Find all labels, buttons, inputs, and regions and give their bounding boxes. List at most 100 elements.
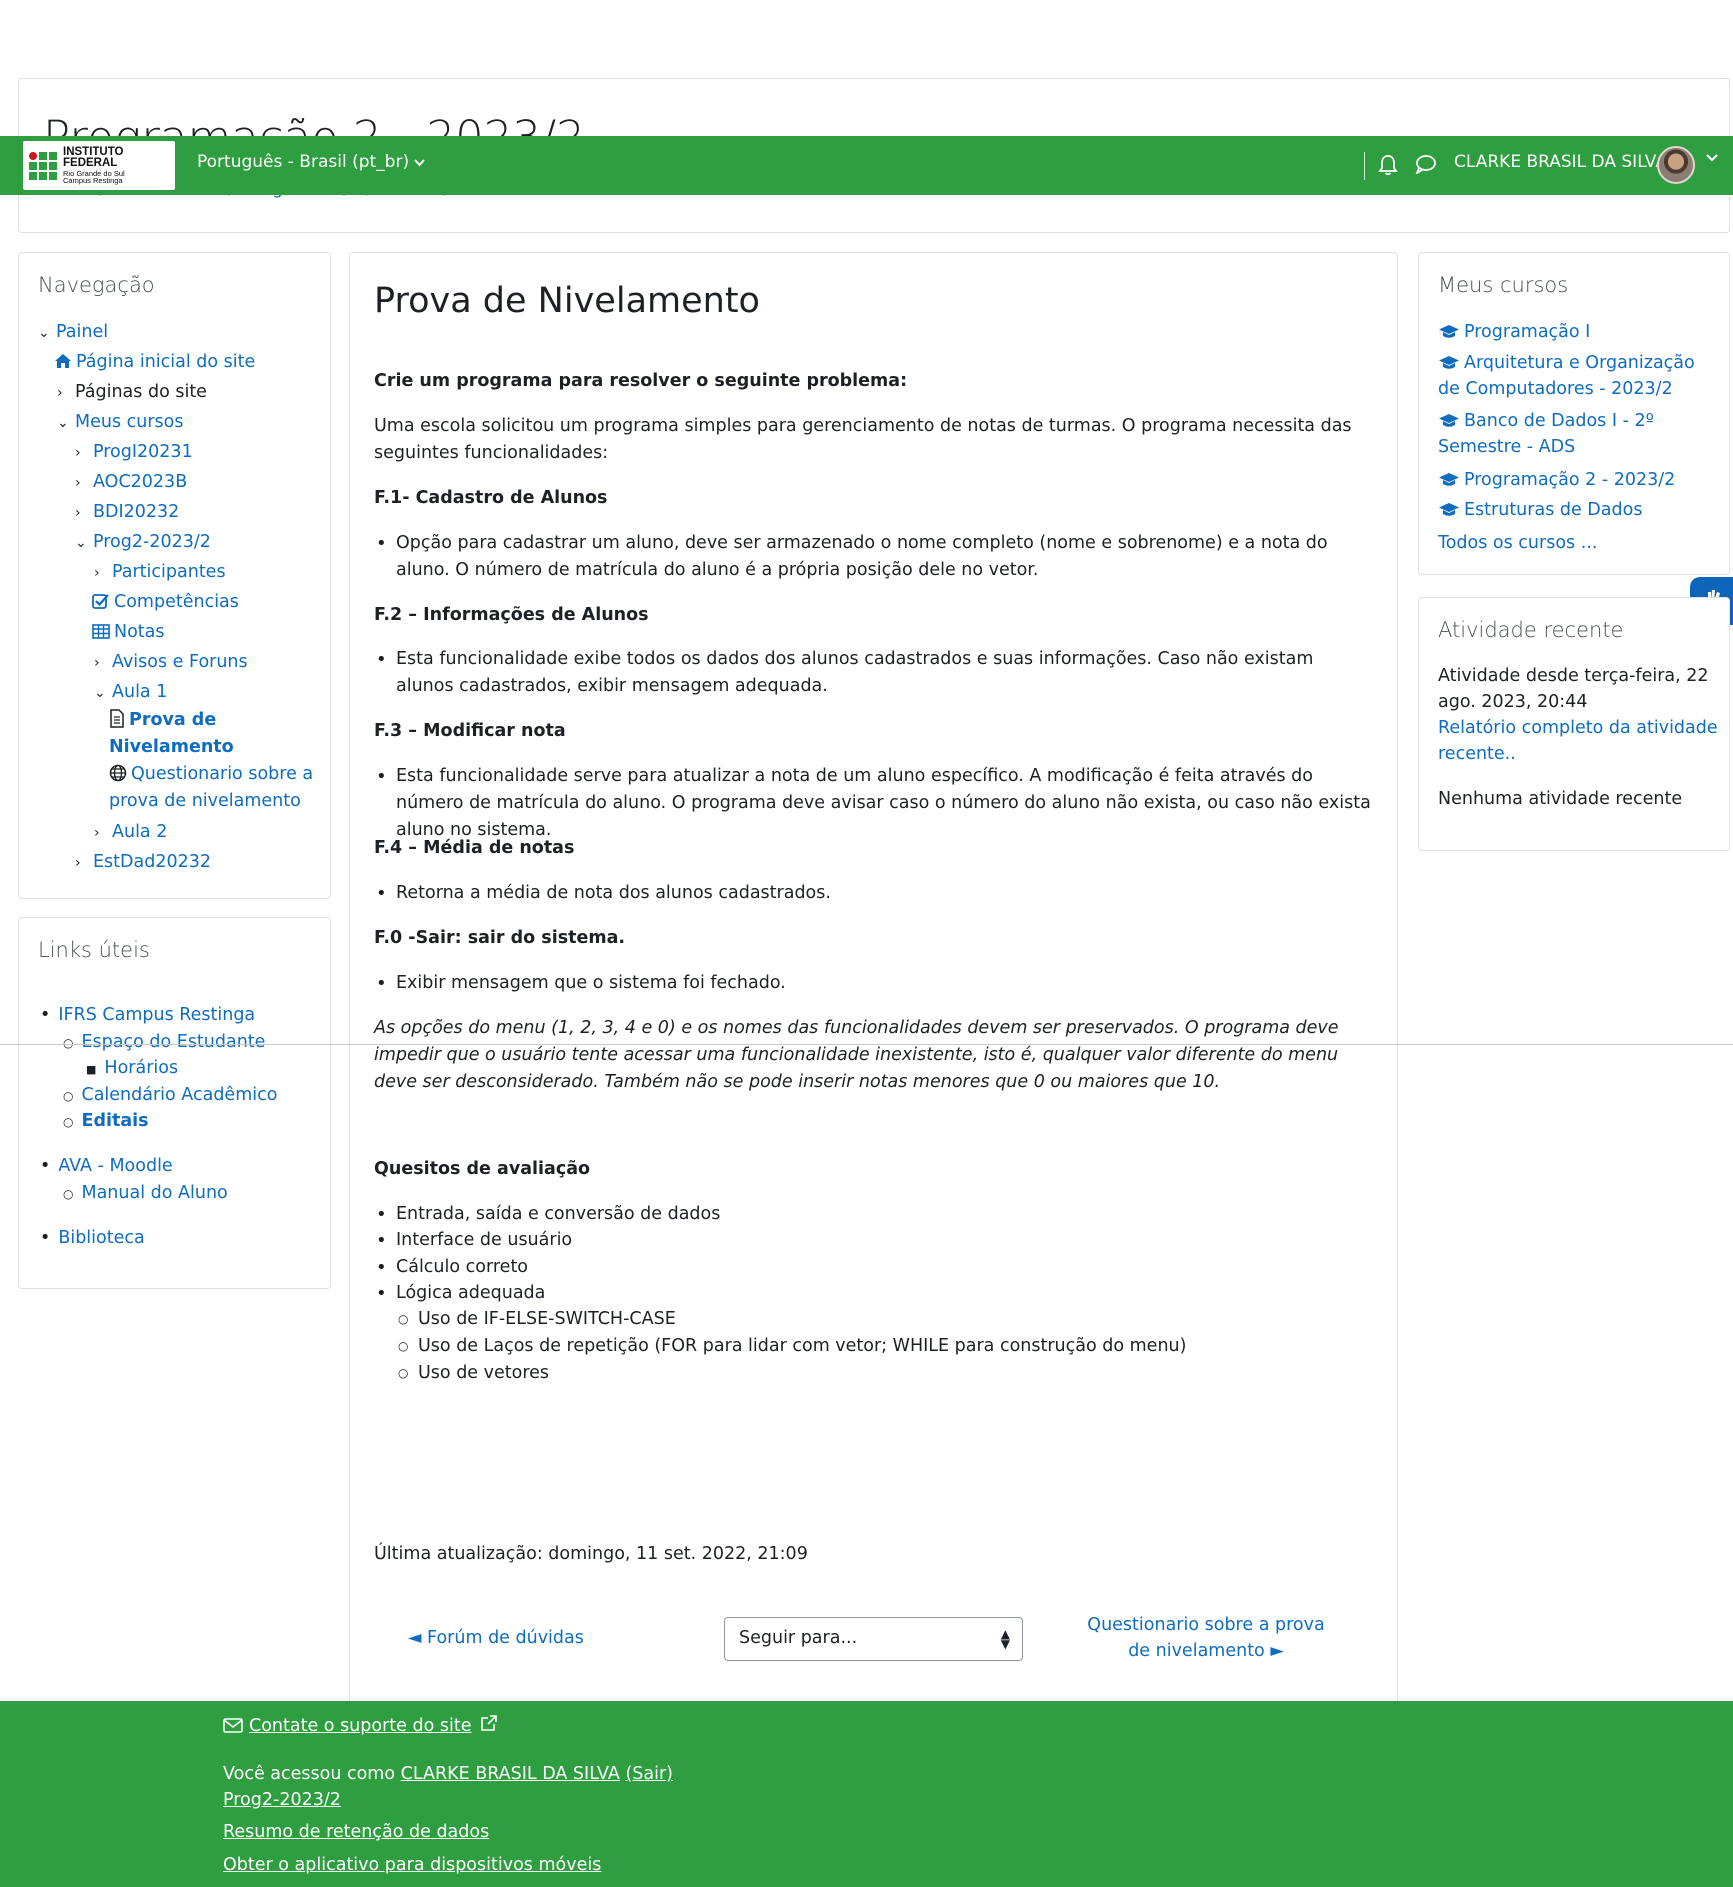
all-courses-link[interactable]: Todos os cursos ... (1438, 530, 1718, 556)
logout-link[interactable]: (Sair) (625, 1764, 673, 1784)
list-item: Esta funcionalidade serve para atualizar… (374, 763, 1374, 844)
nav-item-course[interactable]: › ProgI20231 (75, 440, 193, 465)
course-link[interactable]: Programação I (1438, 319, 1718, 345)
data-retention-link[interactable]: Resumo de retenção de dados (223, 1822, 489, 1842)
graduation-cap-icon (1439, 414, 1459, 427)
navbar-divider (1364, 152, 1365, 180)
list-item: Uso de IF-ELSE-SWITCH-CASE (374, 1306, 1374, 1333)
page-title: Prova de Nivelamento (374, 281, 760, 321)
page-footer: Contate o suporte do site Você acessou c… (0, 1701, 1733, 1887)
nav-item-forums[interactable]: › Avisos e Foruns (94, 650, 248, 675)
list-item: Entrada, saída e conversão de dados (374, 1201, 1374, 1228)
my-courses-block: Meus cursos Programação I Arquitetura e … (1418, 252, 1730, 575)
home-icon (55, 354, 71, 368)
intro-heading: Crie um programa para resolver o seguint… (374, 371, 908, 391)
criteria-heading: Quesitos de avaliação (374, 1159, 591, 1179)
graduation-cap-icon (1439, 325, 1459, 338)
graduation-cap-icon (1439, 503, 1459, 516)
select-arrows-icon: ▲ ▼ (1000, 1627, 1010, 1651)
list-item: Esta funcionalidade exibe todos os dados… (374, 646, 1374, 700)
useful-links-title: Links úteis (38, 938, 150, 962)
nav-item-participants[interactable]: › Participantes (94, 560, 226, 585)
nav-item-course[interactable]: › BDI20232 (75, 500, 179, 525)
jump-to-label: Seguir para... (739, 1628, 858, 1648)
list-item: Opção para cadastrar um aluno, deve ser … (374, 530, 1374, 584)
footer-course-link[interactable]: Prog2-2023/2 (223, 1790, 341, 1810)
prev-activity-link[interactable]: ◄ Forúm de dúvidas (408, 1628, 584, 1648)
envelope-icon (223, 1718, 243, 1733)
list-item: Cálculo correto (374, 1254, 1374, 1281)
language-label: Português - Brasil (pt_br) (197, 152, 410, 172)
external-link-icon (481, 1715, 497, 1731)
nav-item-competencies[interactable]: Competências (92, 590, 239, 614)
useful-links-block: Links úteis • IFRS Campus Restinga ○ Espaç… (18, 917, 331, 1289)
list-item: Exibir mensagem que o sistema foi fechad… (374, 970, 1374, 997)
logo-line1: INSTITUTO FEDERAL (63, 145, 124, 169)
list-item: Interface de usuário (374, 1227, 1374, 1254)
nav-item-course[interactable]: › AOC2023B (75, 470, 187, 495)
globe-icon (109, 764, 127, 782)
nav-item-site-home[interactable]: Página inicial do site (54, 350, 255, 374)
section-heading: F.4 – Média de notas (374, 838, 575, 858)
recent-activity-title: Atividade recente (1438, 618, 1624, 642)
list-item[interactable]: ○ Espaço do Estudante (63, 1032, 265, 1052)
user-name[interactable]: CLARKE BRASIL DA SILVA (1454, 152, 1667, 172)
nav-item-my-courses[interactable]: ⌄ Meus cursos (57, 410, 184, 435)
contact-support-link[interactable]: Contate o suporte do site (223, 1714, 498, 1736)
chevron-down-icon (414, 159, 426, 167)
graduation-cap-icon (1439, 473, 1459, 486)
nav-item-painel[interactable]: ⌄ Painel (38, 320, 108, 345)
nav-item-current-page[interactable]: Prova de Nivelamento (109, 707, 309, 761)
list-item[interactable]: • Biblioteca (40, 1228, 145, 1248)
language-menu[interactable]: Português - Brasil (pt_br) (197, 152, 426, 172)
list-item: Lógica adequada (374, 1280, 1374, 1307)
course-link[interactable]: Programação 2 - 2023/2 (1438, 467, 1718, 493)
logo-line3: Campus Restinga (63, 176, 123, 185)
navigation-title: Navegação (38, 273, 155, 297)
last-modified: Última atualização: domingo, 11 set. 202… (374, 1544, 808, 1564)
main-content: Prova de Nivelamento Crie um programa pa… (349, 252, 1398, 1704)
nav-item-aula-1[interactable]: ⌄ Aula 1 (94, 680, 167, 705)
top-navbar: INSTITUTO FEDERAL Rio Grande do Sul Camp… (0, 136, 1733, 195)
section-heading: F.2 – Informações de Alunos (374, 605, 649, 625)
nav-item-course-current[interactable]: ⌄ Prog2-2023/2 (75, 530, 211, 555)
list-item[interactable]: ○ Editais (63, 1111, 149, 1131)
note-text: As opções do menu (1, 2, 3, 4 e 0) e os … (374, 1018, 1339, 1092)
no-recent-activity: Nenhuma atividade recente (1438, 789, 1683, 809)
avatar[interactable] (1657, 146, 1695, 184)
list-item: Retorna a média de nota dos alunos cadas… (374, 880, 1374, 907)
horizontal-rule (0, 1044, 1733, 1045)
logged-in-info: Você acessou como CLARKE BRASIL DA SILVA… (223, 1764, 673, 1784)
nav-item-course[interactable]: › EstDad20232 (75, 850, 211, 875)
list-item: Uso de vetores (374, 1360, 1374, 1387)
list-item[interactable]: • AVA - Moodle (40, 1156, 173, 1176)
navigation-block: Navegação ⌄ Painel Página inicial do site… (18, 252, 331, 899)
my-courses-title: Meus cursos (1438, 273, 1569, 297)
recent-activity-block: Atividade recente Atividade desde terça-… (1418, 597, 1730, 851)
nav-item-quiz[interactable]: Questionario sobre a prova de nivelament… (109, 761, 319, 815)
section-heading: F.0 -Sair: sair do sistema. (374, 928, 626, 948)
checkbox-icon (92, 594, 109, 609)
table-icon (92, 624, 110, 639)
section-heading: F.3 – Modificar nota (374, 721, 566, 741)
course-link[interactable]: Banco de Dados I - 2º Semestre - ADS (1438, 408, 1718, 460)
mobile-app-link[interactable]: Obter o aplicativo para dispositivos móv… (223, 1855, 601, 1875)
list-item[interactable]: ○ Manual do Aluno (63, 1183, 228, 1203)
user-profile-link[interactable]: CLARKE BRASIL DA SILVA (401, 1764, 620, 1784)
list-item[interactable]: ○ Calendário Acadêmico (63, 1085, 277, 1105)
nav-item-aula-2[interactable]: › Aula 2 (94, 820, 167, 845)
bell-icon[interactable] (1378, 154, 1398, 176)
jump-to-select[interactable]: Seguir para... ▲ ▼ (724, 1617, 1023, 1661)
chevron-down-icon[interactable] (1706, 154, 1718, 162)
course-link[interactable]: Estruturas de Dados (1438, 497, 1718, 523)
list-item[interactable]: ■ Horários (86, 1058, 178, 1078)
list-item[interactable]: • IFRS Campus Restinga (40, 1005, 255, 1025)
full-report-link[interactable]: Relatório completo da atividade recente.… (1438, 715, 1718, 767)
ifrs-logo[interactable]: INSTITUTO FEDERAL Rio Grande do Sul Camp… (23, 141, 175, 190)
nav-item-grades[interactable]: Notas (92, 620, 165, 644)
course-link[interactable]: Arquitetura e Organização de Computadore… (1438, 350, 1718, 402)
message-icon[interactable] (1415, 154, 1437, 174)
nav-item-site-pages[interactable]: › Páginas do site (57, 380, 207, 405)
next-activity-link[interactable]: Questionario sobre a prova de nivelament… (1075, 1612, 1337, 1664)
document-icon (110, 709, 124, 728)
